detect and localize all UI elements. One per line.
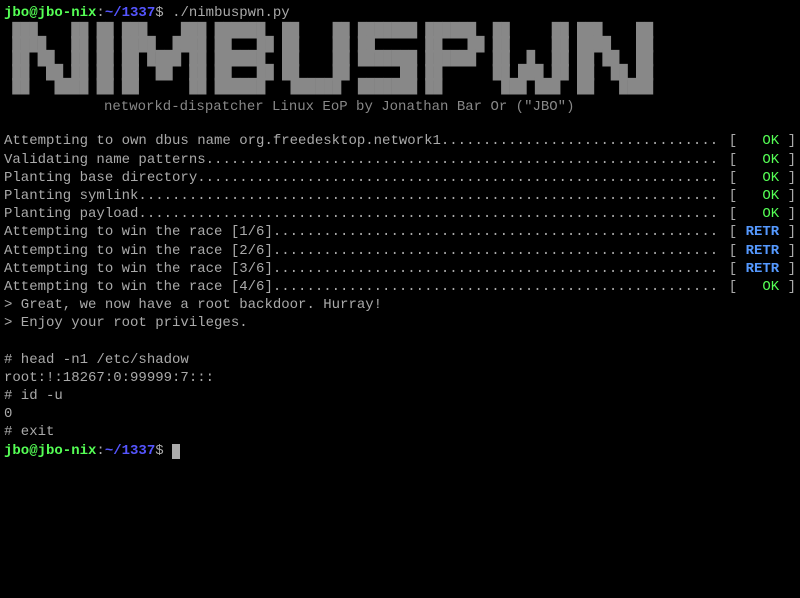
cwd: ~/1337 [105, 443, 155, 459]
shell-prompt-1: jbo@jbo-nix:~/1337$ ./nimbuspwn.py [4, 4, 796, 22]
status-dots: ........................................… [273, 242, 721, 260]
status-line: Validating name patterns ...............… [4, 151, 796, 169]
command: ./nimbuspwn.py [172, 5, 290, 21]
status-bracket: [ OK ] [720, 151, 796, 169]
status-bracket: [ RETR ] [720, 223, 796, 241]
output-line: 0 [4, 405, 796, 423]
status-msg: Planting symlink [4, 187, 138, 205]
status-msg: Attempting to own dbus name org.freedesk… [4, 132, 441, 150]
status-dots: ........................................… [138, 205, 720, 223]
output-line: # exit [4, 423, 796, 441]
output-line: > Enjoy your root privileges. [4, 314, 796, 332]
output-line: root:!:18267:0:99999:7::: [4, 369, 796, 387]
status-line: Attempting to win the race [4/6] .......… [4, 278, 796, 296]
status-code: OK [746, 152, 788, 168]
status-msg: Attempting to win the race [4/6] [4, 278, 273, 296]
status-dots: ........................................… [197, 169, 720, 187]
status-line: Planting symlink .......................… [4, 187, 796, 205]
status-code: OK [746, 188, 788, 204]
output-line [4, 332, 796, 350]
status-dots: ........................................… [273, 278, 721, 296]
status-dots: ........................................… [441, 132, 720, 150]
status-bracket: [ OK ] [720, 205, 796, 223]
status-line: Attempting to own dbus name org.freedesk… [4, 132, 796, 150]
status-msg: Attempting to win the race [2/6] [4, 242, 273, 260]
status-bracket: [ RETR ] [720, 260, 796, 278]
status-line: Planting payload .......................… [4, 205, 796, 223]
status-code: RETR [746, 243, 788, 259]
shell-prompt-2[interactable]: jbo@jbo-nix:~/1337$ [4, 442, 796, 460]
status-line: Attempting to win the race [2/6] .......… [4, 242, 796, 260]
status-line: Attempting to win the race [1/6] .......… [4, 223, 796, 241]
status-line: Attempting to win the race [3/6] .......… [4, 260, 796, 278]
status-dots: ........................................… [138, 187, 720, 205]
status-msg: Attempting to win the race [1/6] [4, 223, 273, 241]
ascii-banner: ███ ██ ██ ███ ███ ██████ ██ ██ ███████ █… [4, 24, 796, 94]
output-line: # head -n1 /etc/shadow [4, 351, 796, 369]
output-line: > Great, we now have a root backdoor. Hu… [4, 296, 796, 314]
cursor [172, 444, 180, 459]
status-bracket: [ OK ] [720, 278, 796, 296]
status-code: OK [746, 279, 788, 295]
status-msg: Planting payload [4, 205, 138, 223]
status-bracket: [ OK ] [720, 132, 796, 150]
subtitle: networkd-dispatcher Linux EoP by Jonatha… [4, 98, 796, 116]
status-code: OK [746, 133, 788, 149]
output-block: > Great, we now have a root backdoor. Hu… [4, 296, 796, 442]
status-code: OK [746, 170, 788, 186]
status-list: Attempting to own dbus name org.freedesk… [4, 132, 796, 296]
status-msg: Validating name patterns [4, 151, 206, 169]
status-bracket: [ OK ] [720, 169, 796, 187]
status-msg: Planting base directory [4, 169, 197, 187]
status-code: RETR [746, 261, 788, 277]
status-code: RETR [746, 224, 788, 240]
status-line: Planting base directory ................… [4, 169, 796, 187]
status-dots: ........................................… [206, 151, 721, 169]
status-dots: ........................................… [273, 260, 721, 278]
status-bracket: [ OK ] [720, 187, 796, 205]
status-dots: ........................................… [273, 223, 721, 241]
user-host: jbo@jbo-nix [4, 443, 96, 459]
output-line: # id -u [4, 387, 796, 405]
status-bracket: [ RETR ] [720, 242, 796, 260]
user-host: jbo@jbo-nix [4, 5, 96, 21]
cwd: ~/1337 [105, 5, 155, 21]
status-code: OK [746, 206, 788, 222]
status-msg: Attempting to win the race [3/6] [4, 260, 273, 278]
